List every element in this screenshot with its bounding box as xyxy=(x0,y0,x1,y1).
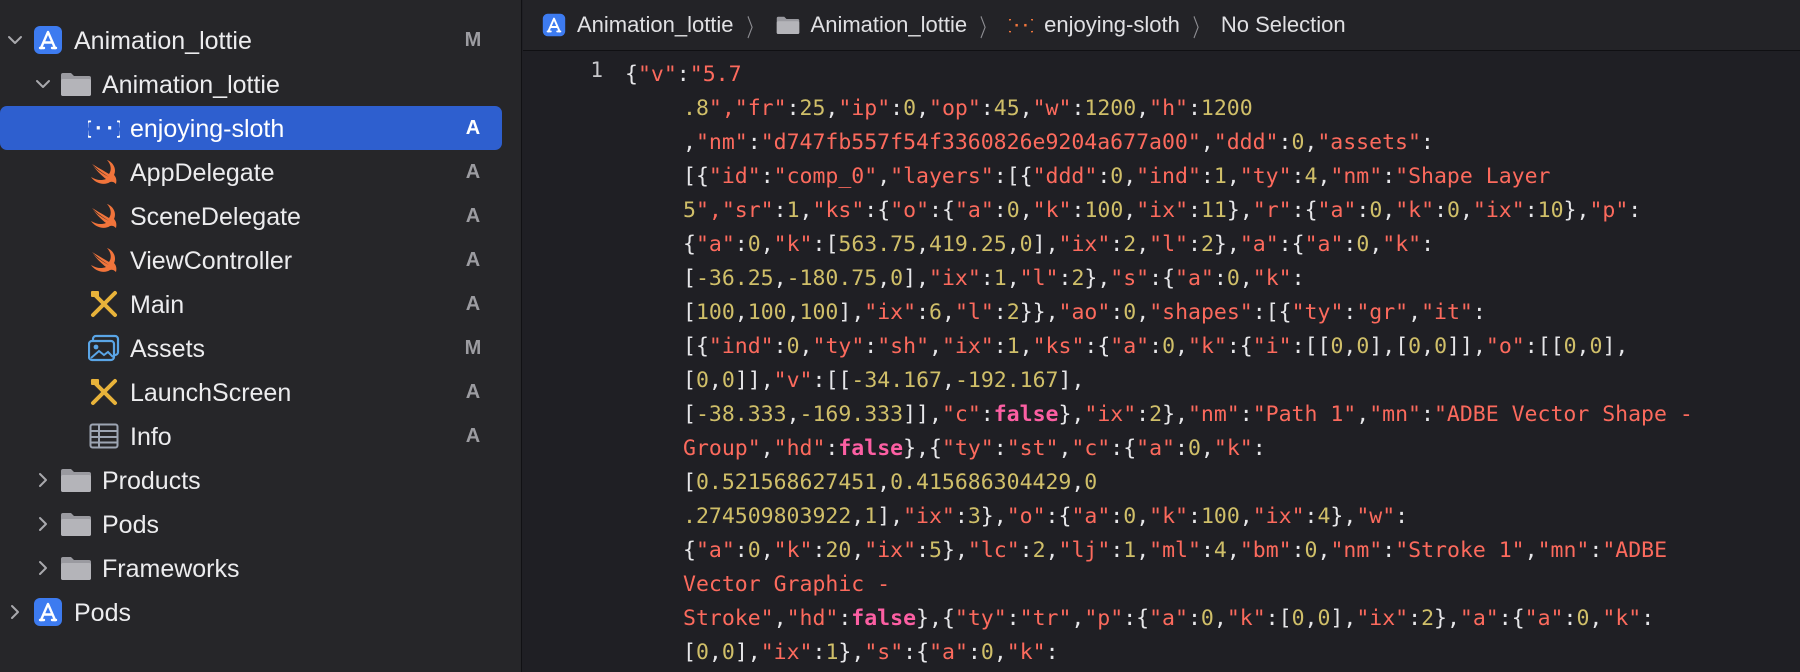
source-control-status-badge: M xyxy=(464,29,482,51)
navigator-item[interactable]: ViewController A xyxy=(0,238,521,282)
navigator-item[interactable]: Products xyxy=(0,458,521,502)
chevron-down-icon[interactable] xyxy=(32,73,54,95)
source-control-status-badge: A xyxy=(465,205,481,227)
breadcrumb-item[interactable]: Animation_lottie xyxy=(775,12,968,38)
breadcrumb-separator-icon: 〉 xyxy=(979,14,995,42)
navigator-item-label: Assets xyxy=(130,335,206,363)
swift-file-icon xyxy=(88,156,120,188)
code-line[interactable]: [-36.25,-180.75,0],"ix":1,"l":2},"s":{"a… xyxy=(625,262,1800,296)
storyboard-icon xyxy=(88,376,120,408)
project-navigator: Animation_lottie M Animation_lottie {··} enj… xyxy=(0,0,522,672)
code-line[interactable]: [-38.333,-169.333]],"c":false},"ix":2},"… xyxy=(625,398,1800,432)
code-line[interactable]: [0.521568627451,0.415686304429,0 xyxy=(625,466,1800,500)
navigator-item-label: Pods xyxy=(102,511,159,539)
code-line[interactable]: [{"id":"comp_0","layers":[{"ddd":0,"ind"… xyxy=(625,160,1800,194)
folder-icon xyxy=(60,464,92,496)
xcode-project-icon xyxy=(32,24,64,56)
navigator-item-label: enjoying-sloth xyxy=(130,115,285,143)
line-number: 1 xyxy=(590,58,603,82)
source-control-status-badge: A xyxy=(465,161,481,183)
asset-catalog-icon xyxy=(88,332,120,364)
navigator-item[interactable]: Animation_lottie xyxy=(0,62,521,106)
navigator-item[interactable]: Frameworks xyxy=(0,546,521,590)
json-file-icon: {··} xyxy=(88,112,120,144)
source-control-status-badge: A xyxy=(465,425,481,447)
navigator-item-label: Animation_lottie xyxy=(74,27,252,55)
navigator-item[interactable]: Pods xyxy=(0,590,521,634)
code-line[interactable]: 5","sr":1,"ks":{"o":{"a":0,"k":100,"ix":… xyxy=(625,194,1800,228)
source-control-status-badge: A xyxy=(465,293,481,315)
chevron-right-icon[interactable] xyxy=(32,469,54,491)
source-control-status-badge: A xyxy=(465,381,481,403)
navigator-item[interactable]: SceneDelegate A xyxy=(0,194,521,238)
swift-file-icon xyxy=(88,244,120,276)
jump-bar: Animation_lottie 〉 Animation_lottie 〉 {··} en… xyxy=(523,0,1800,51)
json-file-icon: {··} xyxy=(1008,12,1034,38)
code-line[interactable]: Stroke","hd":false},{"ty":"tr","p":{"a":… xyxy=(625,602,1800,636)
storyboard-icon xyxy=(88,288,120,320)
breadcrumb-separator-icon: 〉 xyxy=(746,14,761,42)
navigator-item[interactable]: AppDelegate A xyxy=(0,150,521,194)
code-text[interactable]: {"v":"5.7.8","fr":25,"ip":0,"op":45,"w":… xyxy=(625,58,1800,670)
folder-icon xyxy=(775,12,801,38)
navigator-item-label: AppDelegate xyxy=(130,159,275,187)
navigator-item-label: Animation_lottie xyxy=(102,71,280,99)
breadcrumb-item[interactable]: {··} enjoying-sloth xyxy=(1008,12,1180,38)
code-line[interactable]: [100,100,100],"ix":6,"l":2}},"ao":0,"sha… xyxy=(625,296,1800,330)
navigator-item[interactable]: Animation_lottie M xyxy=(0,18,521,62)
navigator-item-label: ViewController xyxy=(130,247,293,275)
navigator-item-label: Pods xyxy=(74,599,131,627)
navigator-item-label: LaunchScreen xyxy=(130,379,292,407)
navigator-item-label: Products xyxy=(102,467,201,495)
navigator-item-label: Info xyxy=(130,423,172,451)
folder-icon xyxy=(60,552,92,584)
navigator-item[interactable]: Pods xyxy=(0,502,521,546)
svg-text:{··}: {··} xyxy=(88,119,120,140)
chevron-down-icon[interactable] xyxy=(4,29,26,51)
folder-icon xyxy=(60,508,92,540)
code-line[interactable]: .8","fr":25,"ip":0,"op":45,"w":1200,"h":… xyxy=(625,92,1800,126)
code-line[interactable]: {"a":0,"k":[563.75,419.25,0],"ix":2,"l":… xyxy=(625,228,1800,262)
source-control-status-badge: A xyxy=(465,117,481,139)
code-line[interactable]: {"a":0,"k":20,"ix":5},"lc":2,"lj":1,"ml"… xyxy=(625,534,1800,568)
line-number-gutter: 1 xyxy=(523,58,603,82)
code-line[interactable]: [0,0]],"v":[[-34.167,-192.167], xyxy=(625,364,1800,398)
breadcrumb-separator-icon: 〉 xyxy=(1192,14,1208,42)
breadcrumb-label: No Selection xyxy=(1220,12,1346,37)
folder-icon xyxy=(60,68,92,100)
swift-file-icon xyxy=(88,200,120,232)
code-line[interactable]: ,"nm":"d747fb557f54f3360826e9204a677a00"… xyxy=(625,126,1800,160)
code-line[interactable]: [{"ind":0,"ty":"sh","ix":1,"ks":{"a":0,"… xyxy=(625,330,1800,364)
code-line[interactable]: {"v":"5.7 xyxy=(625,58,1800,92)
xcode-project-icon xyxy=(541,12,567,38)
breadcrumb-item[interactable]: No Selection xyxy=(1221,12,1346,38)
code-line[interactable]: [0,0],"ix":1},"s":{"a":0,"k": xyxy=(625,636,1800,670)
code-line[interactable]: .274509803922,1],"ix":3},"o":{"a":0,"k":… xyxy=(625,500,1800,534)
navigator-item-label: SceneDelegate xyxy=(130,203,301,231)
breadcrumb-label: Animation_lottie xyxy=(577,12,734,37)
code-editor: Animation_lottie 〉 Animation_lottie 〉 {··} en… xyxy=(523,0,1800,672)
navigator-item[interactable]: Main A xyxy=(0,282,521,326)
code-line[interactable]: Vector Graphic - xyxy=(625,568,1800,602)
plist-table-icon xyxy=(88,420,120,452)
navigator-item-label: Frameworks xyxy=(102,555,240,583)
navigator-item[interactable]: Assets M xyxy=(0,326,521,370)
chevron-right-icon[interactable] xyxy=(32,557,54,579)
code-line[interactable]: Group","hd":false},{"ty":"st","c":{"a":0… xyxy=(625,432,1800,466)
chevron-right-icon[interactable] xyxy=(32,513,54,535)
breadcrumb-label: enjoying-sloth xyxy=(1044,12,1180,37)
navigator-item[interactable]: LaunchScreen A xyxy=(0,370,521,414)
chevron-right-icon[interactable] xyxy=(4,601,26,623)
navigator-item-label: Main xyxy=(130,291,185,319)
svg-text:{··}: {··} xyxy=(1009,17,1033,34)
navigator-item[interactable]: Info A xyxy=(0,414,521,458)
source-control-status-badge: M xyxy=(464,337,482,359)
navigator-item[interactable]: {··} enjoying-sloth A xyxy=(0,106,521,150)
breadcrumb-item[interactable]: Animation_lottie xyxy=(541,12,734,38)
breadcrumb-label: Animation_lottie xyxy=(810,12,968,37)
source-control-status-badge: A xyxy=(465,249,481,271)
xcode-project-icon xyxy=(32,596,64,628)
